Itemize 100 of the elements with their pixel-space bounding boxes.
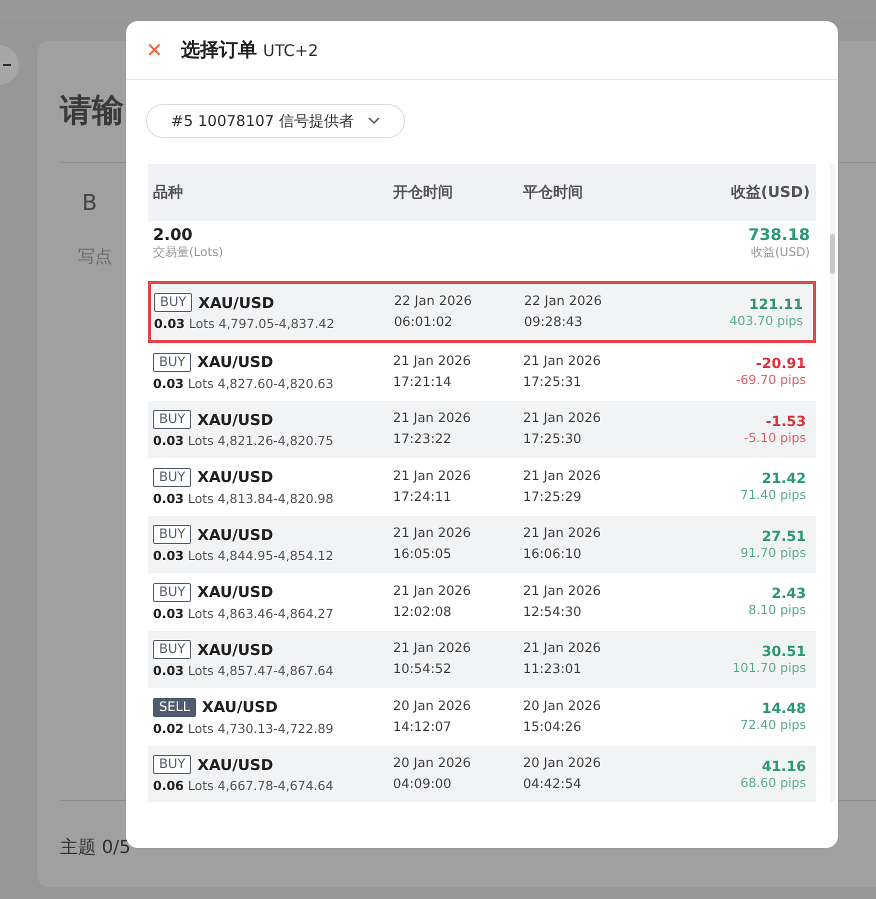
open-time: 16:05:05 — [393, 546, 452, 564]
side-tag: BUY — [153, 525, 192, 544]
open-time: 17:23:22 — [393, 431, 452, 450]
open-time: 10:54:52 — [393, 661, 452, 680]
side-tag: BUY — [153, 468, 192, 487]
scrollbar[interactable] — [830, 164, 835, 802]
profit-value: 30.51 — [762, 644, 806, 660]
profit-value: 41.16 — [762, 758, 806, 775]
pips-value: 8.10 pips — [748, 602, 806, 618]
order-detail: 0.03 Lots 4,827.60-4,820.63 — [153, 376, 334, 391]
close-time: 11:23:01 — [523, 661, 582, 680]
close-time: 17:25:30 — [523, 431, 582, 450]
open-time: 14:12:07 — [393, 718, 452, 737]
order-row[interactable]: BUY XAU/USD 0.06 Lots 4,667.78-4,674.64 20 Jan 2026 04:09:00 20 Jan 2026 04:42:54 41.16 68.60 pips — [148, 746, 816, 802]
chevron-down-icon — [368, 117, 380, 125]
symbol: XAU/USD — [198, 294, 274, 312]
open-time: 17:21:14 — [393, 374, 452, 392]
close-date: 22 Jan 2026 — [524, 293, 602, 311]
symbol: XAU/USD — [197, 410, 274, 429]
profit-label: 收益(USD) — [750, 244, 810, 261]
order-row[interactable]: BUY XAU/USD 0.03 Lots 4,797.05-4,837.42 22 Jan 2026 06:01:02 22 Jan 2026 09:28:43 121.11 403.70 pips — [148, 281, 816, 343]
total-volume: 2.00 — [153, 225, 192, 244]
timezone-label: UTC+2 — [263, 41, 318, 60]
order-detail: 0.06 Lots 4,667.78-4,674.64 — [153, 778, 334, 794]
side-tag: BUY — [153, 352, 192, 372]
order-detail: 0.02 Lots 4,730.13-4,722.89 — [153, 720, 334, 736]
open-date: 21 Jan 2026 — [393, 410, 471, 428]
profit-value: 21.42 — [762, 471, 806, 488]
open-date: 21 Jan 2026 — [393, 525, 471, 544]
open-date: 20 Jan 2026 — [393, 755, 471, 774]
dialog-title: 选择订单 — [181, 38, 257, 63]
order-detail: 0.03 Lots 4,844.95-4,854.12 — [153, 548, 334, 564]
bold-button[interactable]: B — [82, 191, 98, 216]
minus-icon — [3, 64, 11, 66]
column-header: 品种 — [153, 183, 184, 202]
column-header: 开仓时间 — [393, 183, 454, 202]
pips-value: 91.70 pips — [740, 544, 806, 560]
open-date: 21 Jan 2026 — [393, 640, 471, 658]
pips-value: 68.60 pips — [740, 774, 806, 790]
open-time: 06:01:02 — [394, 314, 452, 332]
open-date: 20 Jan 2026 — [393, 698, 471, 716]
close-date: 21 Jan 2026 — [523, 410, 601, 428]
order-detail: 0.03 Lots 4,813.84-4,820.98 — [153, 490, 334, 506]
close-time: 15:04:26 — [523, 718, 582, 737]
volume-label: 交易量(Lots) — [153, 244, 224, 261]
symbol: XAU/USD — [197, 640, 274, 659]
symbol: XAU/USD — [202, 698, 278, 716]
side-tag: SELL — [153, 698, 196, 717]
order-detail: 0.03 Lots 4,863.46-4,864.27 — [153, 606, 334, 621]
close-time: 16:06:10 — [523, 546, 582, 564]
open-date: 22 Jan 2026 — [394, 293, 472, 311]
order-row[interactable]: BUY XAU/USD 0.03 Lots 4,844.95-4,854.12 21 Jan 2026 16:05:05 21 Jan 2026 16:06:10 27.51 91.70 pips — [148, 516, 816, 573]
close-time: 17:25:29 — [523, 488, 582, 507]
symbol: XAU/USD — [197, 526, 274, 544]
close-date: 21 Jan 2026 — [523, 352, 601, 371]
close-date: 20 Jan 2026 — [523, 698, 601, 716]
open-time: 04:09:00 — [393, 776, 452, 794]
order-detail: 0.03 Lots 4,821.26-4,820.75 — [153, 433, 334, 448]
close-time: 12:54:30 — [523, 604, 582, 622]
profit-value: 121.11 — [748, 296, 803, 312]
order-row[interactable]: BUY XAU/USD 0.03 Lots 4,857.47-4,867.64 21 Jan 2026 10:54:52 21 Jan 2026 11:23:01 30.51 101.70 pips — [148, 630, 816, 688]
page-title: 请输 — [60, 90, 124, 131]
pips-value: 101.70 pips — [732, 660, 806, 675]
symbol: XAU/USD — [197, 583, 274, 602]
total-profit: 738.18 — [748, 225, 810, 244]
pips-value: 72.40 pips — [740, 717, 806, 732]
close-time: 04:42:54 — [523, 776, 582, 794]
close-date: 20 Jan 2026 — [523, 755, 601, 774]
profit-value: 14.48 — [762, 701, 806, 718]
pips-value: 71.40 pips — [740, 487, 806, 502]
order-detail: 0.03 Lots 4,797.05-4,837.42 — [154, 316, 334, 331]
symbol: XAU/USD — [197, 468, 274, 486]
order-row[interactable]: BUY XAU/USD 0.03 Lots 4,821.26-4,820.75 21 Jan 2026 17:23:22 21 Jan 2026 17:25:30 -1.53 -5.10 pips — [148, 400, 816, 458]
open-date: 21 Jan 2026 — [393, 468, 471, 486]
side-tag: BUY — [153, 582, 192, 602]
profit-value: -20.91 — [756, 356, 806, 372]
side-tag: BUY — [154, 293, 192, 312]
symbol: XAU/USD — [197, 756, 274, 774]
topic-label: 主题 0/5 — [60, 836, 131, 859]
open-time: 17:24:11 — [393, 488, 452, 507]
close-date: 21 Jan 2026 — [523, 468, 601, 486]
close-date: 21 Jan 2026 — [523, 640, 601, 658]
pips-value: -69.70 pips — [736, 372, 806, 388]
close-time: 17:25:31 — [523, 374, 582, 392]
side-tag: BUY — [153, 410, 192, 430]
open-date: 21 Jan 2026 — [393, 352, 471, 371]
close-date: 21 Jan 2026 — [523, 582, 601, 601]
profit-value: 2.43 — [771, 586, 806, 602]
pips-value: 403.70 pips — [729, 312, 803, 328]
profit-value: -1.53 — [766, 414, 806, 430]
side-tag: BUY — [153, 640, 192, 660]
column-header: 平仓时间 — [523, 183, 584, 202]
profit-value: 27.51 — [762, 528, 806, 545]
open-date: 21 Jan 2026 — [393, 582, 471, 601]
account-select[interactable]: #5 10078107 信号提供者 — [146, 104, 405, 138]
open-time: 12:02:08 — [393, 604, 452, 622]
column-header: 收益(USD) — [730, 183, 810, 202]
close-time: 09:28:43 — [524, 314, 582, 332]
side-tag: BUY — [153, 755, 192, 774]
order-detail: 0.03 Lots 4,857.47-4,867.64 — [153, 663, 334, 678]
